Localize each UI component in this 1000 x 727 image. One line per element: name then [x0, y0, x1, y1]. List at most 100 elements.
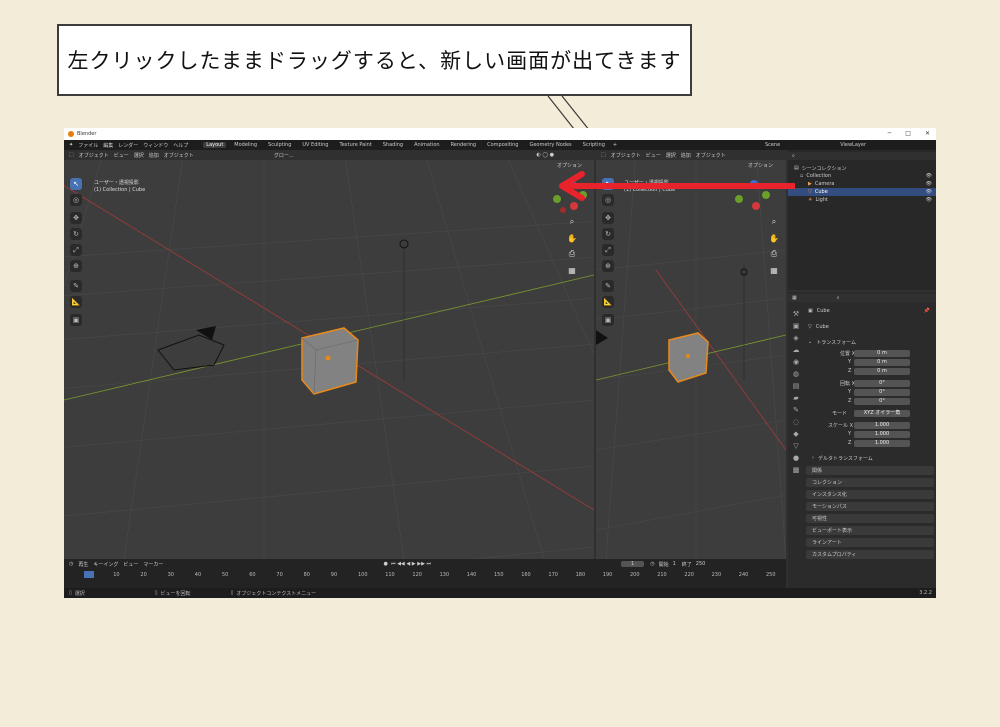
transform-header[interactable]: ⌄ トランスフォーム	[788, 338, 936, 346]
location-z-field[interactable]: 0 m	[854, 368, 910, 375]
menu-add[interactable]: 追加	[149, 152, 159, 159]
end-frame-field[interactable]: 250	[696, 561, 706, 567]
outliner-item-collection[interactable]: ▫ Collection 👁	[788, 172, 936, 180]
tab-shading[interactable]: Shading	[380, 142, 406, 148]
visibility-eye-icon[interactable]: 👁	[926, 197, 932, 203]
editor-type-icon-new[interactable]: ⬚	[601, 152, 606, 158]
panel-custom-properties[interactable]: カスタムプロパティ	[806, 550, 934, 559]
tab-sculpting[interactable]: Sculpting	[265, 142, 294, 148]
zoom-icon-new[interactable]: ⌕	[768, 216, 780, 228]
menu-marker[interactable]: マーカー	[143, 561, 163, 568]
tab-rendering[interactable]: Rendering	[448, 142, 480, 148]
location-y-field[interactable]: 0 m	[854, 359, 910, 366]
navigation-gizmo-new[interactable]	[735, 180, 770, 210]
camera-view-icon-new[interactable]: ⎙	[768, 248, 780, 260]
menu-select[interactable]: 選択	[134, 152, 144, 159]
options-button[interactable]: オプション	[557, 162, 582, 169]
tab-texture-paint[interactable]: Texture Paint	[336, 142, 374, 148]
transform-orientation[interactable]: グロー...	[274, 152, 294, 159]
panel-motion-paths[interactable]: モーションパス	[806, 502, 934, 511]
menu-add-new[interactable]: 追加	[681, 152, 691, 159]
outliner-scene-collection[interactable]: ▤ シーンコレクション	[788, 164, 936, 172]
mesh-name-row[interactable]: ▽ Cube	[788, 323, 936, 331]
timeline-ruler[interactable]: 1102030405060708090100110120130140150160…	[84, 571, 784, 579]
shading-buttons[interactable]: ◐ ◯ ●	[537, 152, 555, 158]
viewport-new[interactable]: ⬚ オブジェクト ビュー 選択 追加 オブジェクト オプション ユーザー・透視投…	[596, 150, 786, 559]
location-x-field[interactable]: 0 m	[854, 350, 910, 357]
menu-timeline-view[interactable]: ビュー	[123, 561, 138, 568]
cursor-tool-icon-new[interactable]: ◎	[602, 194, 614, 206]
scale-y-field[interactable]: 1.000	[854, 431, 910, 438]
close-icon[interactable]: ✕	[925, 130, 930, 137]
viewport-main[interactable]: ⬚ オブジェクト ビュー 選択 追加 オブジェクト グロー... ◐ ◯ ● オ…	[64, 150, 594, 559]
menu-view[interactable]: ビュー	[114, 152, 129, 159]
navigation-gizmo[interactable]	[553, 180, 587, 213]
rotation-z-field[interactable]: 0°	[854, 398, 910, 405]
mode-selector[interactable]: オブジェクト	[79, 152, 109, 159]
scene-selector[interactable]: Scene	[765, 142, 780, 148]
rotation-x-field[interactable]: 0°	[854, 380, 910, 387]
search-icon[interactable]: ⌕	[837, 295, 840, 301]
transform-tool-icon-new[interactable]: ⊕	[602, 260, 614, 272]
grid-view-icon[interactable]: ▦	[566, 264, 578, 276]
outliner-item-cube[interactable]: ▽ Cube 👁	[788, 188, 936, 196]
zoom-icon[interactable]: ⌕	[566, 216, 578, 228]
move-tool-icon-new[interactable]: ✥	[602, 212, 614, 224]
menu-select-new[interactable]: 選択	[666, 152, 676, 159]
measure-tool-icon-new[interactable]: 📐	[602, 296, 614, 308]
menu-help[interactable]: ヘルプ	[173, 142, 188, 149]
tab-layout[interactable]: Layout	[203, 142, 227, 148]
scale-tool-icon[interactable]: ⤢	[70, 244, 82, 256]
rotate-tool-icon-new[interactable]: ↻	[602, 228, 614, 240]
menu-window[interactable]: ウィンドウ	[143, 142, 168, 149]
options-button-new[interactable]: オプション	[748, 162, 773, 169]
menu-keying[interactable]: キーイング	[93, 561, 118, 568]
delta-transform-panel[interactable]: › デルタトランスフォーム	[788, 454, 936, 462]
menu-object[interactable]: オブジェクト	[164, 152, 194, 159]
scale-z-field[interactable]: 1.000	[854, 440, 910, 447]
add-workspace-icon[interactable]: +	[613, 142, 617, 148]
rotation-mode-select[interactable]: XYZ オイラー角	[854, 410, 910, 417]
blender-menu-icon[interactable]: ✦	[69, 142, 73, 148]
visibility-eye-icon[interactable]: 👁	[926, 189, 932, 195]
visibility-eye-icon[interactable]: 👁	[926, 181, 932, 187]
filter-icon[interactable]: ⌕	[792, 153, 795, 159]
mode-selector-new[interactable]: オブジェクト	[611, 152, 641, 159]
pan-hand-icon[interactable]: ✋	[566, 232, 578, 244]
rotate-tool-icon[interactable]: ↻	[70, 228, 82, 240]
tab-geometry-nodes[interactable]: Geometry Nodes	[526, 142, 574, 148]
menu-playback[interactable]: 再生	[78, 561, 88, 568]
move-tool-icon[interactable]: ✥	[70, 212, 82, 224]
tab-scripting[interactable]: Scripting	[580, 142, 608, 148]
outliner-item-light[interactable]: ☀ Light 👁	[788, 196, 936, 204]
annotate-tool-icon[interactable]: ✎	[70, 280, 82, 292]
tab-animation[interactable]: Animation	[411, 142, 443, 148]
pin-icon[interactable]: 📌	[924, 308, 930, 314]
select-tool-icon[interactable]: ↖	[70, 178, 82, 190]
playhead[interactable]	[84, 571, 94, 578]
start-frame-field[interactable]: 1	[673, 561, 676, 567]
camera-view-icon[interactable]: ⎙	[566, 248, 578, 260]
tab-compositing[interactable]: Compositing	[484, 142, 521, 148]
timeline-editor-icon[interactable]: ◷	[69, 561, 73, 567]
current-frame-field[interactable]: 1	[621, 561, 645, 567]
editor-type-icon[interactable]: ⬚	[69, 152, 74, 158]
panel-visibility[interactable]: 可視性	[806, 514, 934, 523]
pan-hand-icon-new[interactable]: ✋	[768, 232, 780, 244]
menu-object-new[interactable]: オブジェクト	[696, 152, 726, 159]
add-cube-tool-icon-new[interactable]: ▣	[602, 314, 614, 326]
scale-tool-icon-new[interactable]: ⤢	[602, 244, 614, 256]
properties-tab-icons[interactable]: ⚒ ▣ ◈ ☁ ◉ ◍ ▤ ▰ ✎ ◌ ◆ ▽ ● ▩	[790, 308, 802, 476]
outliner-item-camera[interactable]: ▶ Camera 👁	[788, 180, 936, 188]
panel-collections[interactable]: コレクション	[806, 478, 934, 487]
playback-controls[interactable]: ● ⏮ ◀◀ ◀ ▶ ▶▶ ⏭	[383, 561, 431, 567]
tab-modeling[interactable]: Modeling	[231, 142, 260, 148]
rotation-y-field[interactable]: 0°	[854, 389, 910, 396]
menu-file[interactable]: ファイル	[78, 142, 98, 149]
menu-view-new[interactable]: ビュー	[646, 152, 661, 159]
panel-viewport-display[interactable]: ビューポート表示	[806, 526, 934, 535]
menu-edit[interactable]: 編集	[103, 142, 113, 149]
properties-editor-icon[interactable]: ▦	[792, 295, 797, 301]
panel-line-art[interactable]: ラインアート	[806, 538, 934, 547]
select-tool-icon-new[interactable]: ↖	[602, 178, 614, 190]
